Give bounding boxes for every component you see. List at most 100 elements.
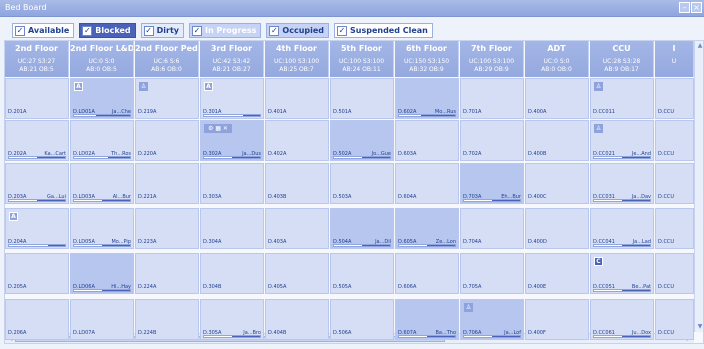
scroll-up-icon[interactable]: ▲ [695, 41, 703, 51]
bed-cell[interactable]: D.CCU [655, 208, 694, 249]
checkbox-icon[interactable]: ✓ [143, 25, 154, 36]
bed-cell[interactable]: ♙ D.706A Ja...Lof [460, 299, 524, 340]
bed-cell[interactable]: D.221A [135, 163, 199, 204]
bed-cell[interactable]: ♙ D.CC021 Je...And [590, 120, 654, 161]
bed-cell[interactable]: ♙ D.219A [135, 78, 199, 119]
checkbox-icon[interactable]: ✓ [15, 25, 25, 36]
room-number: D.405A [268, 284, 287, 290]
bed-cell[interactable]: D.CCU [655, 253, 694, 294]
stay-progress-fill [102, 200, 130, 201]
bed-cell[interactable]: A D.LD01A Ja...Che [70, 78, 134, 119]
bed-cell[interactable]: D.702A [460, 120, 524, 161]
bed-cell[interactable]: D.CC061 Ju...Dox [590, 299, 654, 340]
bed-cell[interactable]: D.203A Ga...Lui [5, 163, 69, 204]
bed-cell[interactable]: D.CCU [655, 78, 694, 119]
bed-cell[interactable]: D.607A Ba...Tho [395, 299, 459, 340]
bed-cell[interactable]: D.400E [525, 253, 589, 294]
bed-cell[interactable]: D.304A [200, 208, 264, 249]
filter-in-progress[interactable]: ✓ In Progress [189, 23, 262, 38]
bed-cell[interactable]: D.400B [525, 120, 589, 161]
room-number: D.604A [398, 194, 417, 200]
column-stats: UC:100 S3:100 [273, 58, 320, 65]
bed-cell[interactable]: D.704A [460, 208, 524, 249]
filter-available[interactable]: ✓ Available [12, 23, 75, 38]
bed-cell[interactable]: D.223A [135, 208, 199, 249]
bed-cell[interactable]: D.305A Ja...Bro [200, 299, 264, 340]
bed-cell[interactable]: D.505A [330, 253, 394, 294]
bed-cell[interactable]: D.400D [525, 208, 589, 249]
bed-cell[interactable]: D.502A Jo...Gue [330, 120, 394, 161]
bed-cell[interactable]: D.403B [265, 163, 329, 204]
status-letter-icon: A [74, 82, 83, 91]
bed-cell[interactable]: D.401A [265, 78, 329, 119]
bed-cell[interactable]: D.206A [5, 299, 69, 340]
bed-cell[interactable]: D.224A [135, 253, 199, 294]
bed-cell[interactable]: D.504A Ja...Dil [330, 208, 394, 249]
bed-cell[interactable]: D.CC041 Ja...Lad [590, 208, 654, 249]
room-number: D.400C [528, 194, 547, 200]
bed-cell[interactable]: D.LD05A Mo...Pip [70, 208, 134, 249]
bed-cell[interactable]: D.CCU [655, 163, 694, 204]
bed-cell[interactable]: D.405A [265, 253, 329, 294]
bed-cell[interactable]: A D.301A [200, 78, 264, 119]
bed-cell[interactable]: D.LD07A [70, 299, 134, 340]
bed-cell[interactable]: D.605A Ze...Lon [395, 208, 459, 249]
bed-cell[interactable]: D.506A [330, 299, 394, 340]
bed-cell[interactable]: D.602A Mo...Rus [395, 78, 459, 119]
window-titlebar: Bed Board – × [0, 0, 704, 17]
filter-dirty[interactable]: ✓ Dirty [140, 23, 185, 38]
bed-cell[interactable]: D.701A [460, 78, 524, 119]
bed-cell[interactable]: D.220A [135, 120, 199, 161]
filter-blocked[interactable]: ✓ Blocked [79, 23, 136, 38]
room-number: D.403B [268, 194, 287, 200]
stay-progress-bar [203, 114, 261, 117]
bed-cell[interactable]: D.304B [200, 253, 264, 294]
checkbox-icon[interactable]: ✓ [269, 25, 280, 36]
bed-cell[interactable]: D.503A [330, 163, 394, 204]
bed-cell[interactable]: C D.CC051 Be...Pat [590, 253, 654, 294]
room-number: D.224A [138, 284, 157, 290]
bed-cell[interactable]: D.403A [265, 208, 329, 249]
close-button[interactable]: × [691, 2, 702, 13]
bed-cell[interactable]: D.202A Ka...Cart [5, 120, 69, 161]
room-number: D.303A [203, 194, 222, 200]
bed-cell[interactable]: D.604A [395, 163, 459, 204]
bed-cell[interactable]: D.606A [395, 253, 459, 294]
filter-suspended-clean[interactable]: ✓ Suspended Clean [334, 23, 433, 38]
bed-cell[interactable]: D.404B [265, 299, 329, 340]
stay-progress-fill [102, 290, 130, 291]
bed-cell[interactable]: D.CC031 Ja...Dav [590, 163, 654, 204]
bed-cell[interactable]: D.CCU [655, 299, 694, 340]
bed-cell[interactable]: D.705A [460, 253, 524, 294]
bed-cell[interactable]: D.402A [265, 120, 329, 161]
column-title: ADT [547, 44, 566, 53]
room-number: D.505A [333, 284, 352, 290]
bed-cell[interactable]: D.603A [395, 120, 459, 161]
stay-progress-bar [203, 335, 261, 338]
minimize-button[interactable]: – [679, 2, 690, 13]
bed-cell[interactable]: D.703A Eh...Bur [460, 163, 524, 204]
bed-cell[interactable]: D.LD03A Al...Bur [70, 163, 134, 204]
bed-cell[interactable]: D.501A [330, 78, 394, 119]
bed-cell[interactable]: D.LD02A Th...Ros [70, 120, 134, 161]
filter-occupied[interactable]: ✓ Occupied [266, 23, 330, 38]
vertical-scrollbar[interactable]: ▲ ▼ [694, 41, 703, 332]
checkbox-icon[interactable]: ✓ [82, 25, 93, 36]
stay-progress-fill [421, 115, 455, 116]
bed-cell[interactable]: D.201A [5, 78, 69, 119]
checkbox-icon[interactable]: ✓ [192, 25, 203, 36]
bed-cell[interactable]: D.303A [200, 163, 264, 204]
bed-cell[interactable]: D.205A [5, 253, 69, 294]
bed-cell[interactable]: D.CCU [655, 120, 694, 161]
bed-cell[interactable]: D.224B [135, 299, 199, 340]
bed-cell[interactable]: D.400F [525, 299, 589, 340]
bed-cell[interactable]: D.LD06A Hi...Hay [70, 253, 134, 294]
bed-cell[interactable]: D.400A [525, 78, 589, 119]
scroll-down-icon[interactable]: ▼ [695, 322, 703, 332]
bed-cell[interactable]: ⚙ ▦ ✕ D.302A Ja...Dus [200, 120, 264, 161]
column-stats: UC:100 S3:100 [338, 58, 385, 65]
bed-cell[interactable]: ♙ D.CC011 [590, 78, 654, 119]
bed-cell[interactable]: A D.204A [5, 208, 69, 249]
bed-cell[interactable]: D.400C [525, 163, 589, 204]
checkbox-icon[interactable]: ✓ [337, 25, 348, 36]
